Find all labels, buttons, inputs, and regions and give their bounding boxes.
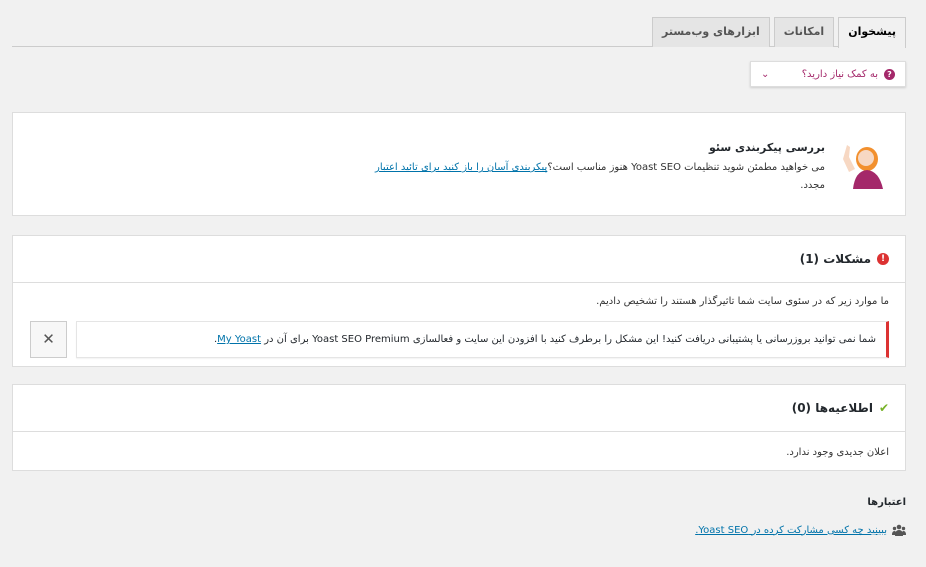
problem-item: شما نمی توانید بروزرسانی یا پشتیبانی دری…: [76, 321, 889, 358]
credits-row: ببینید چه کسی مشارکت کرده در Yoast SEO.: [695, 524, 906, 536]
check-icon: ✔: [878, 401, 889, 415]
notifications-header: ✔ اطلاعیه‌ها (0): [13, 385, 905, 432]
notifications-empty: اعلان جدیدی وجود ندارد.: [786, 447, 889, 458]
credits-link[interactable]: ببینید چه کسی مشارکت کرده در Yoast SEO.: [695, 525, 887, 536]
problem-end: .: [213, 334, 218, 345]
yoast-avatar-icon: [843, 145, 883, 189]
problem-text: شما نمی توانید بروزرسانی یا پشتیبانی دری…: [264, 334, 876, 345]
question-icon: ?: [884, 68, 895, 80]
config-desc-suffix: مجدد.: [800, 180, 825, 191]
notifications-panel: ✔ اطلاعیه‌ها (0) اعلان جدیدی وجود ندارد.: [12, 384, 906, 471]
configuration-wizard-link[interactable]: پیکربندی آسان را باز کنید برای تائید اعت…: [375, 162, 547, 173]
error-icon: !: [877, 253, 889, 265]
tab-bar: پیشخوان امکانات ابزارهای وب‌مستر: [12, 17, 906, 48]
people-icon: [892, 524, 906, 536]
chevron-down-icon: ⌄: [761, 68, 770, 80]
problems-panel: ! مشکلات (1) ما موارد زیر که در سئوی سای…: [12, 235, 906, 367]
config-title: بررسی پیکربندی سئو: [708, 141, 825, 154]
my-yoast-link[interactable]: My Yoast: [217, 334, 261, 345]
notifications-title: اطلاعیه‌ها (0): [791, 401, 873, 415]
problems-intro: ما موارد زیر که در سئوی سایت شما تاثیرگذ…: [596, 296, 889, 307]
configuration-panel: بررسی پیکربندی سئو می خواهید مطمئن شوید …: [12, 112, 906, 216]
config-description: می خواهید مطمئن شوید تنظیمات Yoast SEO ه…: [33, 159, 825, 195]
dismiss-button[interactable]: ✕: [30, 321, 67, 358]
tab-webmaster-tools[interactable]: ابزارهای وب‌مستر: [652, 17, 770, 47]
credits-title: اعتبارها: [867, 497, 906, 508]
config-desc-text: می خواهید مطمئن شوید تنظیمات Yoast SEO ه…: [547, 162, 825, 173]
problems-title: مشکلات (1): [799, 252, 871, 266]
help-label: به کمک نیاز دارید؟: [801, 68, 878, 80]
problems-header: ! مشکلات (1): [13, 236, 905, 283]
tab-dashboard[interactable]: پیشخوان: [838, 17, 906, 48]
help-dropdown[interactable]: ? به کمک نیاز دارید؟ ⌄: [750, 61, 906, 87]
tab-features[interactable]: امکانات: [773, 17, 835, 47]
